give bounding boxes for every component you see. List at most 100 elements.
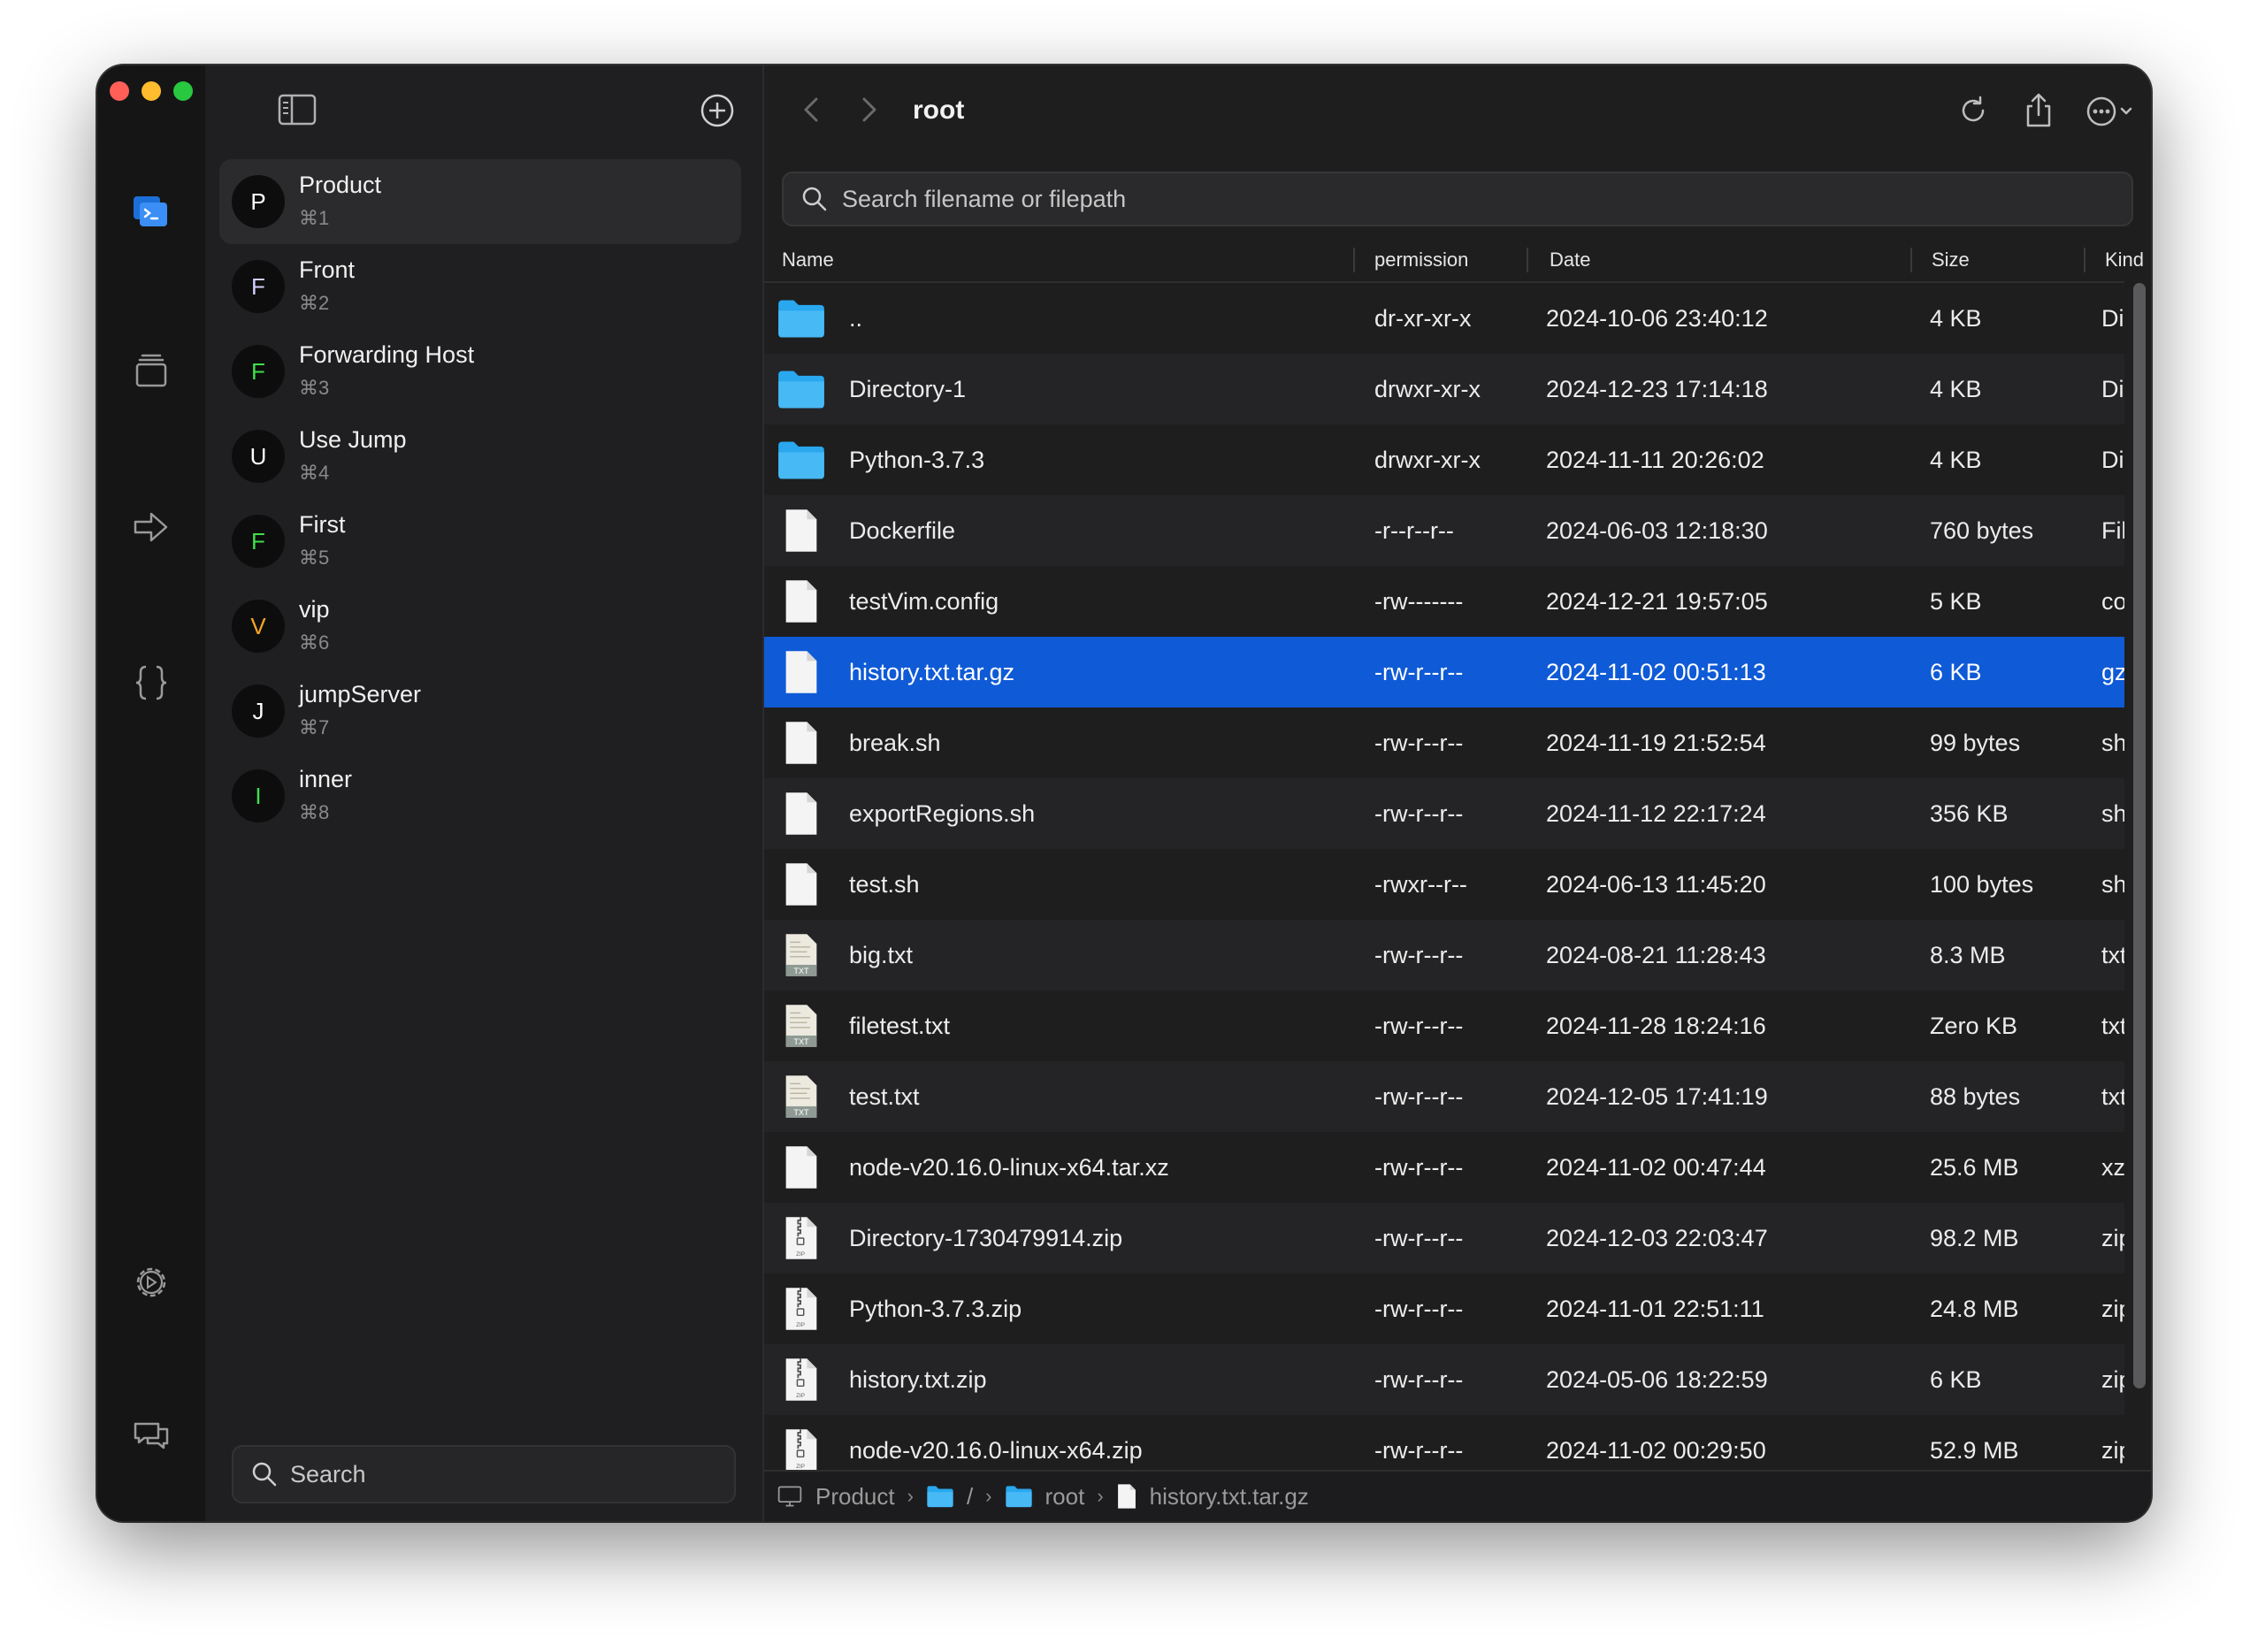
vertical-scrollbar[interactable]: [2133, 283, 2146, 1388]
host-avatar: F: [232, 515, 285, 568]
file-size: 6 KB: [1930, 1365, 1982, 1393]
file-name: testVim.config: [849, 587, 999, 615]
file-permission: -rw-r--r--: [1374, 1082, 1464, 1110]
file-name: test.sh: [849, 870, 920, 898]
file-name: break.sh: [849, 729, 941, 756]
column-header-kind[interactable]: Kind: [2085, 239, 2151, 281]
file-icon-cell: [777, 778, 826, 849]
table-row[interactable]: history.txt.tar.gz -rw-r--r-- 2024-11-02 0…: [764, 637, 2124, 707]
table-row[interactable]: testVim.config -rw------- 2024-12-21 19:57…: [764, 566, 2124, 637]
file-kind: txt: [2101, 1012, 2124, 1039]
file-search-input[interactable]: [840, 184, 1905, 214]
table-row[interactable]: test.sh -rwxr--r-- 2024-06-13 11:45:20 100 …: [764, 849, 2124, 920]
folder-icon: [1005, 1486, 1032, 1508]
minimize-window-button[interactable]: [142, 81, 161, 101]
file-size: 4 KB: [1930, 375, 1982, 402]
file-kind: File: [2101, 516, 2124, 544]
file-icon: [785, 1146, 817, 1189]
file-icon: [785, 651, 817, 693]
table-row[interactable]: .. dr-xr-xr-x 2024-10-06 23:40:12 4 KB Direc…: [764, 283, 2124, 354]
column-header-date[interactable]: Date: [1528, 239, 1912, 281]
rail-sessions-button[interactable]: [125, 345, 178, 398]
host-name: Forwarding Host: [299, 341, 475, 368]
more-options-icon[interactable]: [2082, 90, 2140, 131]
host-item[interactable]: P Product ⌘1: [219, 159, 741, 244]
refresh-icon[interactable]: [1953, 90, 1994, 131]
file-kind: config: [2101, 587, 2124, 615]
host-shortcut: ⌘8: [299, 801, 330, 823]
forward-chevron-icon[interactable]: [851, 92, 886, 127]
table-row[interactable]: TXT filetest.txt -rw-r--r-- 2024-11-28 18:2…: [764, 990, 2124, 1061]
host-avatar: J: [232, 685, 285, 738]
table-row[interactable]: ZIP Directory-1730479914.zip -rw-r--r-- 202…: [764, 1203, 2124, 1273]
breadcrumb-item[interactable]: /: [926, 1483, 973, 1511]
table-row[interactable]: node-v20.16.0-linux-x64.tar.xz -rw-r--r--…: [764, 1132, 2124, 1203]
file-kind: zip: [2101, 1295, 2124, 1322]
svg-text:ZIP: ZIP: [796, 1322, 805, 1328]
file-date: 2024-11-12 22:17:24: [1546, 799, 1766, 827]
table-row[interactable]: Directory-1 drwxr-xr-x 2024-12-23 17:14:18…: [764, 354, 2124, 424]
rail-feedback-button[interactable]: [125, 1410, 178, 1463]
file-permission: dr-xr-xr-x: [1374, 304, 1472, 332]
rail-forward-button[interactable]: [125, 501, 178, 554]
rail-settings-button[interactable]: [125, 1256, 178, 1309]
breadcrumb-item[interactable]: Product: [777, 1483, 895, 1511]
file-icon-cell: [777, 637, 826, 707]
host-item[interactable]: F First ⌘5: [219, 499, 741, 584]
rail-terminal-button[interactable]: [125, 186, 178, 239]
column-header-name[interactable]: Name: [764, 239, 1355, 281]
file-icon-cell: [777, 424, 826, 495]
file-name: filetest.txt: [849, 1012, 951, 1039]
close-window-button[interactable]: [110, 81, 129, 101]
file-size: 25.6 MB: [1930, 1153, 2019, 1181]
host-search-field[interactable]: Search: [232, 1445, 736, 1503]
host-item[interactable]: Iinner ⌘8: [219, 753, 741, 838]
table-row[interactable]: TXT test.txt -rw-r--r-- 2024-12-05 17:41:19…: [764, 1061, 2124, 1132]
host-name: jumpServer: [299, 681, 422, 707]
file-size: 6 KB: [1930, 658, 1982, 685]
text-file-icon: TXT: [785, 934, 817, 976]
table-row[interactable]: TXT big.txt -rw-r--r-- 2024-08-21 11:28:43 8…: [764, 920, 2124, 990]
share-icon[interactable]: [2018, 90, 2059, 131]
host-item[interactable]: F Front ⌘2: [219, 244, 741, 329]
file-size: 98.2 MB: [1930, 1224, 2019, 1251]
file-permission: -rw-------: [1374, 587, 1464, 615]
host-item[interactable]: U Use Jump ⌘4: [219, 414, 741, 499]
file-date: 2024-11-02 00:51:13: [1546, 658, 1766, 685]
table-row[interactable]: Dockerfile -r--r--r-- 2024-06-03 12:18:30 7…: [764, 495, 2124, 566]
host-search-label: Search: [290, 1460, 366, 1488]
host-item[interactable]: JjumpServer ⌘7: [219, 669, 741, 753]
zip-file-icon: ZIP: [785, 1217, 817, 1259]
folder-icon: [778, 300, 824, 338]
host-item[interactable]: F Forwarding Host ⌘3: [219, 329, 741, 414]
file-kind: Directory: [2101, 375, 2124, 402]
sidebar-toggle-icon[interactable]: [276, 92, 318, 127]
file-name: Python-3.7.3: [849, 446, 985, 473]
breadcrumb-item[interactable]: history.txt.tar.gz: [1116, 1483, 1309, 1511]
breadcrumb-item[interactable]: root: [1005, 1483, 1084, 1511]
host-item[interactable]: Vvip ⌘6: [219, 584, 741, 669]
host-avatar: U: [232, 430, 285, 483]
column-header-size[interactable]: Size: [1912, 239, 2085, 281]
column-header-permission[interactable]: permission: [1355, 239, 1528, 281]
host-name: Product: [299, 172, 382, 198]
table-row[interactable]: ZIP Python-3.7.3.zip -rw-r--r-- 2024-11-01 …: [764, 1273, 2124, 1344]
add-host-icon[interactable]: [699, 92, 736, 129]
table-row[interactable]: ZIP history.txt.zip -rw-r--r-- 2024-05-06 1…: [764, 1344, 2124, 1415]
file-icon-cell: [777, 283, 826, 354]
back-chevron-icon[interactable]: [794, 92, 830, 127]
file-permission: -rw-r--r--: [1374, 729, 1464, 756]
svg-text:ZIP: ZIP: [796, 1251, 805, 1258]
file-search-field[interactable]: [782, 172, 2133, 226]
zoom-window-button[interactable]: [173, 81, 193, 101]
file-date: 2024-11-01 22:51:11: [1546, 1295, 1764, 1322]
file-permission: -rw-r--r--: [1374, 1365, 1464, 1393]
svg-text:TXT: TXT: [793, 1108, 809, 1117]
braces-icon: [135, 665, 167, 700]
table-row[interactable]: exportRegions.sh -rw-r--r-- 2024-11-12 22:…: [764, 778, 2124, 849]
file-kind: txt: [2101, 1082, 2124, 1110]
table-row[interactable]: Python-3.7.3 drwxr-xr-x 2024-11-11 20:26:0…: [764, 424, 2124, 495]
table-row[interactable]: break.sh -rw-r--r-- 2024-11-19 21:52:54 99 …: [764, 707, 2124, 778]
rail-snippets-button[interactable]: [125, 656, 178, 709]
file-permission: -rw-r--r--: [1374, 1153, 1464, 1181]
